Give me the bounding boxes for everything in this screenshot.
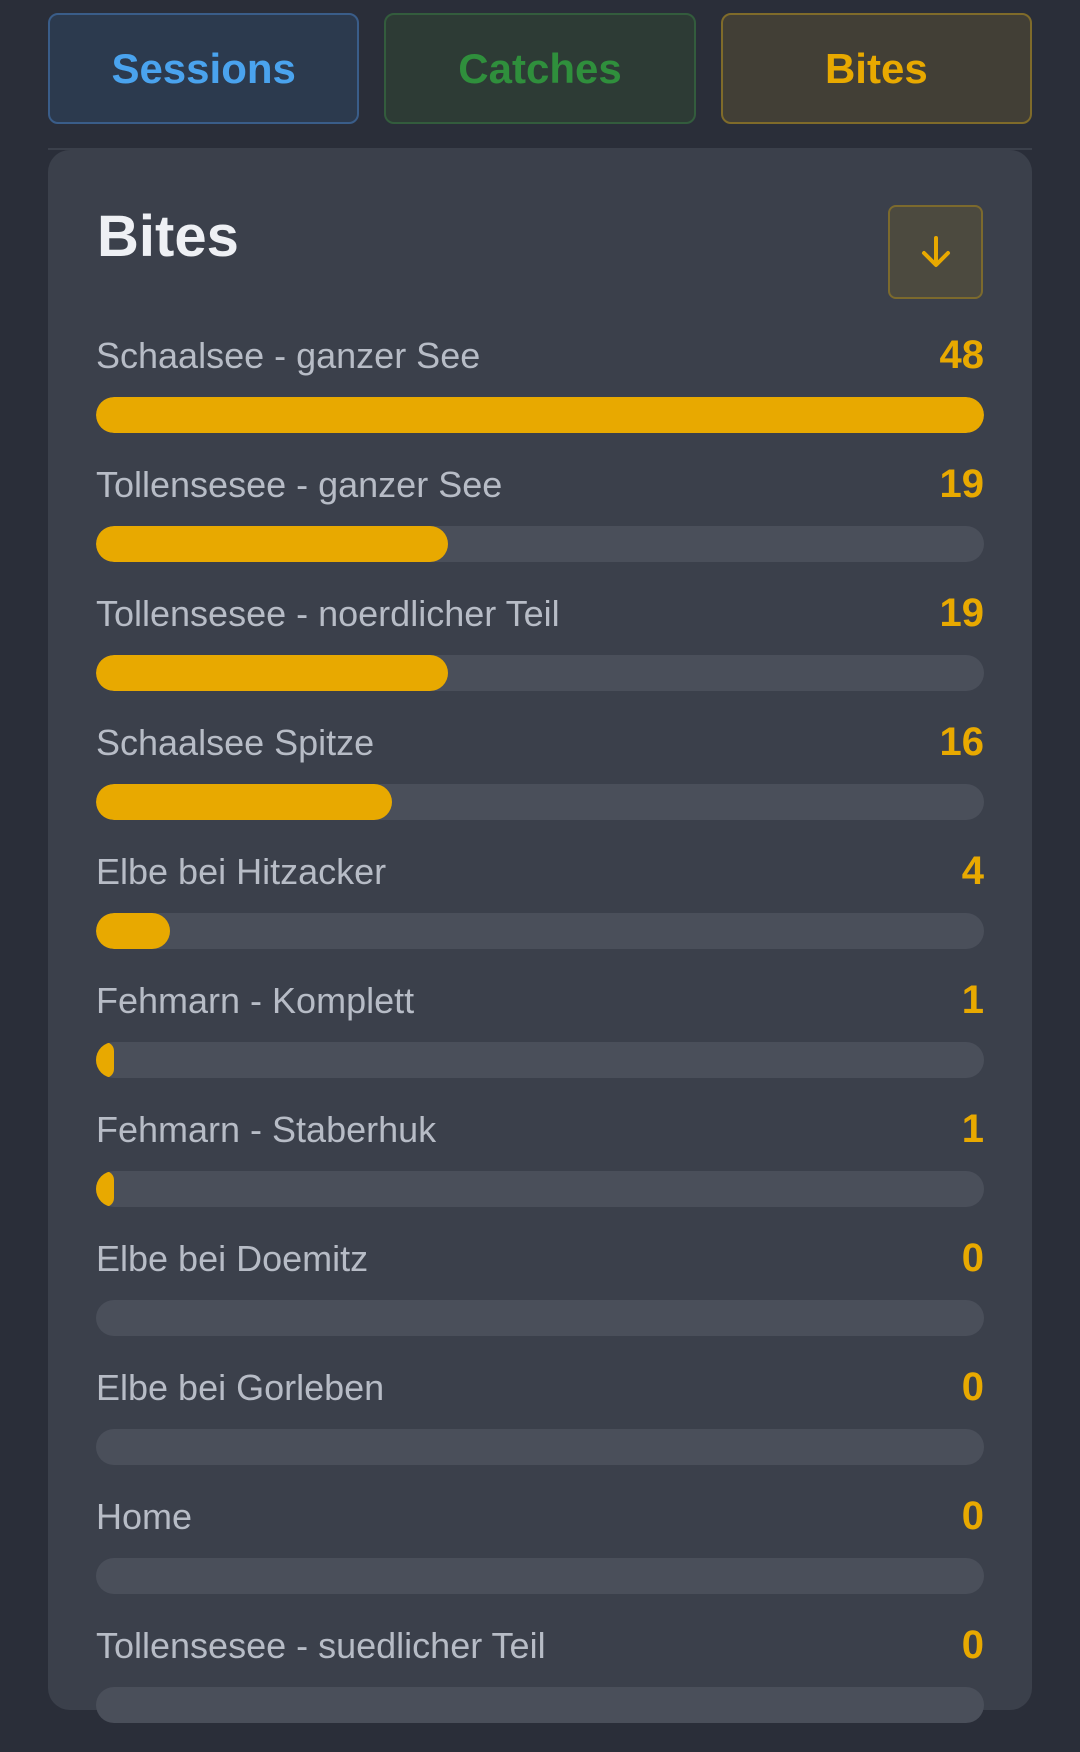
- bite-count: 4: [961, 849, 984, 893]
- list-item-header: Tollensesee - noerdlicher Teil 19: [96, 591, 984, 635]
- progress-track: [96, 913, 984, 949]
- list-item-header: Fehmarn - Staberhuk 1: [96, 1107, 984, 1151]
- list-item: Schaalsee - ganzer See 48: [96, 333, 984, 462]
- bite-count: 0: [961, 1494, 984, 1538]
- list-item-header: Schaalsee Spitze 16: [96, 720, 984, 764]
- list-item: Fehmarn - Komplett 1: [96, 978, 984, 1107]
- bite-count: 1: [961, 1107, 984, 1151]
- progress-track: [96, 1042, 984, 1078]
- location-list: Schaalsee - ganzer See 48 Tollensesee - ga…: [96, 333, 984, 1752]
- sort-button[interactable]: [888, 205, 983, 299]
- list-item-header: Tollensesee - suedlicher Teil 0: [96, 1623, 984, 1667]
- bites-panel: Bites Schaalsee - ganzer See 48 Tollensese…: [48, 150, 1032, 1723]
- progress-fill: [96, 397, 984, 433]
- list-item: Home 0: [96, 1494, 984, 1623]
- list-item: Elbe bei Hitzacker 4: [96, 849, 984, 978]
- progress-track: [96, 1429, 984, 1465]
- progress-track: [96, 1558, 984, 1594]
- progress-fill: [96, 1042, 115, 1078]
- location-label: Schaalsee Spitze: [96, 722, 375, 763]
- arrow-down-icon: [921, 236, 950, 267]
- bite-count: 19: [939, 591, 985, 635]
- location-label: Tollensesee - suedlicher Teil: [96, 1625, 546, 1666]
- progress-fill: [96, 784, 392, 820]
- list-item: Schaalsee Spitze 16: [96, 720, 984, 849]
- progress-track: [96, 655, 984, 691]
- list-item: Fehmarn - Staberhuk 1: [96, 1107, 984, 1236]
- progress-track: [96, 1171, 984, 1207]
- progress-track: [96, 1300, 984, 1336]
- progress-fill: [96, 913, 170, 949]
- panel-title: Bites: [97, 204, 239, 269]
- progress-fill: [96, 1171, 115, 1207]
- location-label: Fehmarn - Staberhuk: [96, 1109, 437, 1150]
- location-label: Fehmarn - Komplett: [96, 980, 415, 1021]
- tab-catches[interactable]: Catches: [384, 13, 696, 124]
- bite-count: 0: [961, 1623, 984, 1667]
- list-item-header: Home 0: [96, 1494, 984, 1538]
- progress-fill: [96, 655, 448, 691]
- location-label: Tollensesee - ganzer See: [96, 464, 503, 505]
- tab-bar: Sessions Catches Bites: [48, 13, 1032, 124]
- list-item: Elbe bei Gorleben 0: [96, 1365, 984, 1494]
- list-item: Tollensesee - ganzer See 19: [96, 462, 984, 591]
- bite-count: 0: [961, 1236, 984, 1280]
- bite-count: 16: [939, 720, 985, 764]
- location-label: Tollensesee - noerdlicher Teil: [96, 593, 560, 634]
- bite-count: 19: [939, 462, 985, 506]
- progress-track: [96, 526, 984, 562]
- tab-bites[interactable]: Bites: [720, 13, 1032, 124]
- bite-count: 1: [961, 978, 984, 1022]
- list-item-header: Tollensesee - ganzer See 19: [96, 462, 984, 506]
- list-item: Tollensesee - suedlicher Teil 0: [96, 1623, 984, 1752]
- list-item: Tollensesee - noerdlicher Teil 19: [96, 591, 984, 720]
- progress-track: [96, 397, 984, 433]
- location-label: Elbe bei Doemitz: [96, 1238, 369, 1279]
- progress-fill: [96, 526, 448, 562]
- list-item-header: Fehmarn - Komplett 1: [96, 978, 984, 1022]
- progress-track: [96, 1687, 984, 1723]
- list-item-header: Elbe bei Hitzacker 4: [96, 849, 984, 893]
- location-label: Elbe bei Hitzacker: [96, 851, 387, 892]
- tab-sessions[interactable]: Sessions: [48, 13, 360, 124]
- bite-count: 0: [961, 1365, 984, 1409]
- list-item: Elbe bei Doemitz 0: [96, 1236, 984, 1365]
- list-item-header: Elbe bei Gorleben 0: [96, 1365, 984, 1409]
- location-label: Schaalsee - ganzer See: [96, 335, 481, 376]
- bite-count: 48: [939, 333, 985, 377]
- location-label: Home: [96, 1496, 193, 1537]
- list-item-header: Elbe bei Doemitz 0: [96, 1236, 984, 1280]
- location-label: Elbe bei Gorleben: [96, 1367, 385, 1408]
- list-item-header: Schaalsee - ganzer See 48: [96, 333, 984, 377]
- progress-track: [96, 784, 984, 820]
